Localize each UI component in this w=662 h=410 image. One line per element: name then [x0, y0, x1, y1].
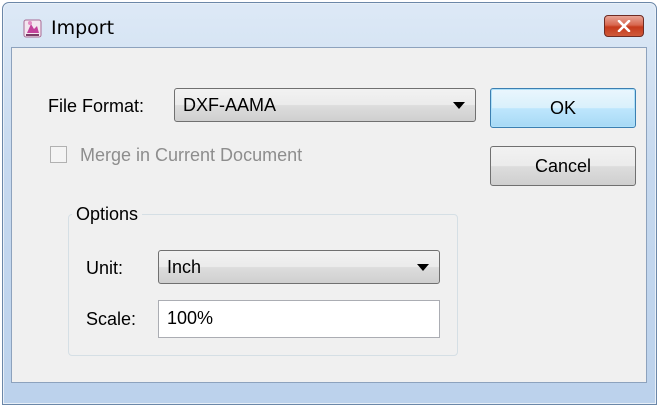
- unit-select[interactable]: Inch: [158, 250, 440, 284]
- options-group-title: Options: [72, 204, 143, 225]
- window-title: Import: [51, 17, 115, 39]
- import-dialog-window: Import File Format: DXF-AAMA Merge in Cu…: [2, 2, 657, 405]
- scale-label: Scale:: [86, 309, 137, 329]
- close-button[interactable]: [604, 15, 644, 37]
- chevron-down-icon: [453, 102, 465, 109]
- scale-value: 100%: [167, 308, 214, 328]
- chevron-down-icon: [417, 264, 429, 271]
- app-icon: [23, 17, 43, 39]
- file-format-select[interactable]: DXF-AAMA: [174, 88, 476, 122]
- merge-label: Merge in Current Document: [80, 145, 303, 165]
- close-x-icon: [617, 20, 631, 32]
- cancel-button[interactable]: Cancel: [490, 146, 636, 186]
- unit-value: Inch: [167, 257, 202, 277]
- dialog-body: File Format: DXF-AAMA Merge in Current D…: [11, 47, 647, 383]
- ok-button[interactable]: OK: [490, 88, 636, 128]
- scale-input[interactable]: 100%: [158, 300, 440, 338]
- file-format-label: File Format:: [48, 96, 145, 116]
- file-format-value: DXF-AAMA: [183, 95, 277, 115]
- merge-checkbox[interactable]: [50, 146, 67, 163]
- title-bar[interactable]: Import: [3, 3, 656, 47]
- unit-label: Unit:: [86, 258, 124, 278]
